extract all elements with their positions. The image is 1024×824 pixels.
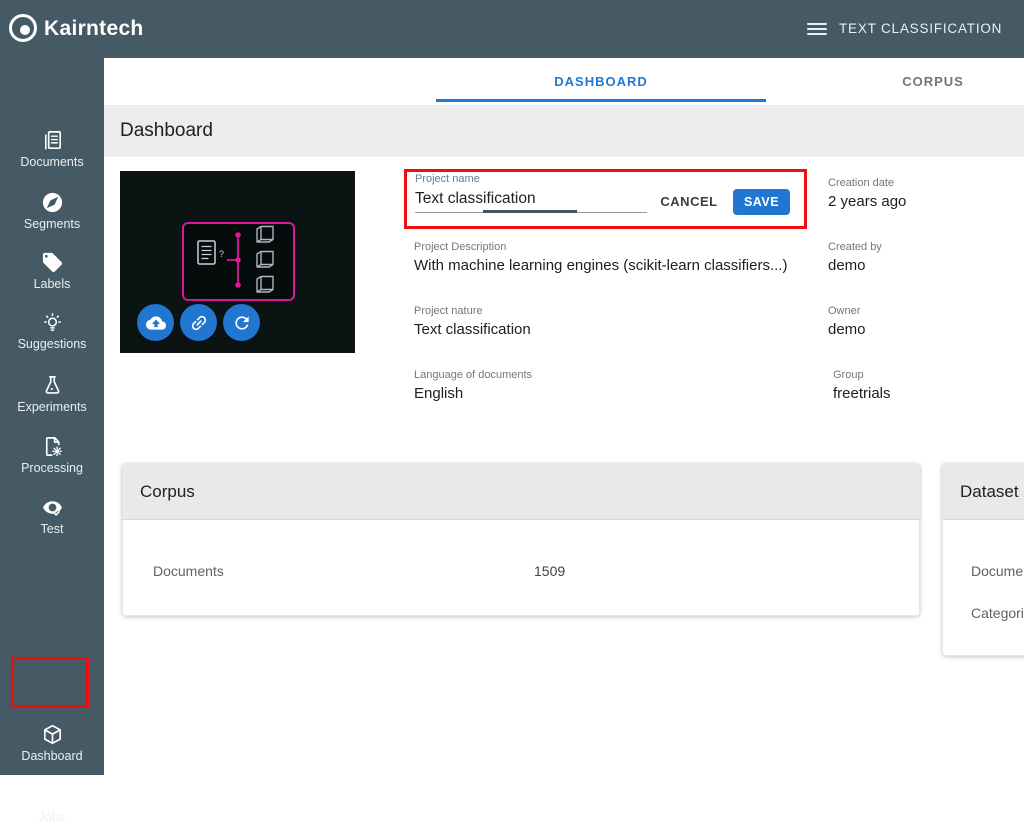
nature-label: Project nature (414, 305, 483, 317)
segments-icon (40, 190, 64, 214)
created-by-value: demo (828, 257, 866, 274)
dataset-card-body: Documents Categories (942, 520, 1024, 656)
sidebar-item-test[interactable]: Test (0, 495, 104, 536)
sidebar-item-jobs[interactable]: Jobs (0, 783, 104, 824)
description-label: Project Description (414, 241, 507, 253)
page-title: Dashboard (120, 120, 213, 141)
tab-dashboard[interactable]: DASHBOARD (436, 58, 766, 105)
sidebar-item-label: Dashboard (21, 749, 83, 763)
project-name-input[interactable] (415, 189, 645, 209)
corpus-card-header: Corpus (122, 463, 920, 520)
menu-icon[interactable] (807, 23, 827, 36)
corpus-documents-label: Documents (153, 563, 224, 579)
dataset-categories-label: Categories (971, 605, 1024, 621)
input-underline-focus (483, 210, 577, 213)
documents-icon (40, 128, 64, 152)
project-thumbnail: ? (120, 171, 355, 353)
kairntech-logo-icon (9, 14, 37, 42)
suggestions-icon (40, 310, 64, 334)
refresh-icon (232, 313, 252, 333)
owner-value: demo (828, 321, 866, 338)
corpus-card-title: Corpus (140, 482, 195, 501)
language-value: English (414, 385, 464, 402)
creation-date-value: 2 years ago (828, 193, 907, 210)
sidebar-nav: Documents Segments Labels Suggestions Ex… (0, 58, 104, 824)
description-value: With machine learning engines (scikit-le… (414, 257, 788, 274)
sidebar-item-label: Suggestions (17, 337, 87, 351)
tab-bar: DASHBOARD CORPUS (104, 58, 1024, 105)
owner-label: Owner (828, 305, 861, 317)
sidebar-item-suggestions[interactable]: Suggestions (0, 310, 104, 351)
sidebar-item-label: Processing (21, 461, 83, 475)
dataset-card-header: Dataset (942, 463, 1024, 520)
experiments-icon (40, 373, 64, 397)
sidebar-item-dashboard[interactable]: Dashboard (0, 722, 104, 763)
sidebar-item-label: Segments (23, 217, 81, 231)
link-image-button[interactable] (180, 304, 217, 341)
corpus-documents-value: 1509 (534, 563, 566, 579)
app-header: Kairntech TEXT CLASSIFICATION (0, 0, 1024, 58)
link-icon (189, 313, 209, 333)
corpus-card: Corpus Documents 1509 (122, 463, 920, 616)
group-label: Group (833, 369, 864, 381)
corpus-card-body: Documents 1509 (122, 520, 920, 616)
sidebar-item-label: Labels (33, 277, 71, 291)
dataset-card-title: Dataset (960, 482, 1019, 501)
sidebar-item-experiments[interactable]: Experiments (0, 373, 104, 414)
group-value: freetrials (833, 385, 891, 402)
test-icon (40, 495, 64, 519)
refresh-image-button[interactable] (223, 304, 260, 341)
processing-icon (40, 434, 64, 458)
sidebar-item-label: Jobs (38, 810, 66, 824)
cloud-upload-icon (145, 313, 166, 333)
svg-text:?: ? (219, 249, 224, 259)
sidebar-item-processing[interactable]: Processing (0, 434, 104, 475)
tab-corpus[interactable]: CORPUS (768, 58, 1024, 105)
sidebar-item-label: Documents (20, 155, 84, 169)
save-button[interactable]: SAVE (733, 189, 790, 215)
title-band: Dashboard (104, 105, 1024, 157)
cancel-button[interactable]: CANCEL (658, 193, 720, 211)
created-by-label: Created by (828, 241, 882, 253)
upload-image-button[interactable] (137, 304, 174, 341)
active-tab-indicator (436, 99, 766, 102)
sidebar-item-label: Test (40, 522, 64, 536)
brand-title[interactable]: Kairntech (44, 0, 144, 58)
sidebar-item-segments[interactable]: Segments (0, 190, 104, 231)
nature-value: Text classification (414, 321, 531, 338)
project-menu-label[interactable]: TEXT CLASSIFICATION (839, 0, 1002, 58)
sidebar-item-label: Experiments (17, 400, 87, 414)
sidebar-item-labels[interactable]: Labels (0, 250, 104, 291)
sidebar-item-documents[interactable]: Documents (0, 128, 104, 169)
dataset-card: Dataset Documents Categories (942, 463, 1024, 656)
labels-icon (40, 250, 64, 274)
classification-diagram: ? (182, 222, 295, 301)
dataset-documents-label: Documents (971, 563, 1024, 579)
jobs-icon (40, 783, 64, 807)
project-name-label: Project name (415, 173, 480, 185)
creation-date-label: Creation date (828, 177, 895, 189)
language-label: Language of documents (414, 369, 533, 381)
dashboard-icon (40, 722, 64, 746)
